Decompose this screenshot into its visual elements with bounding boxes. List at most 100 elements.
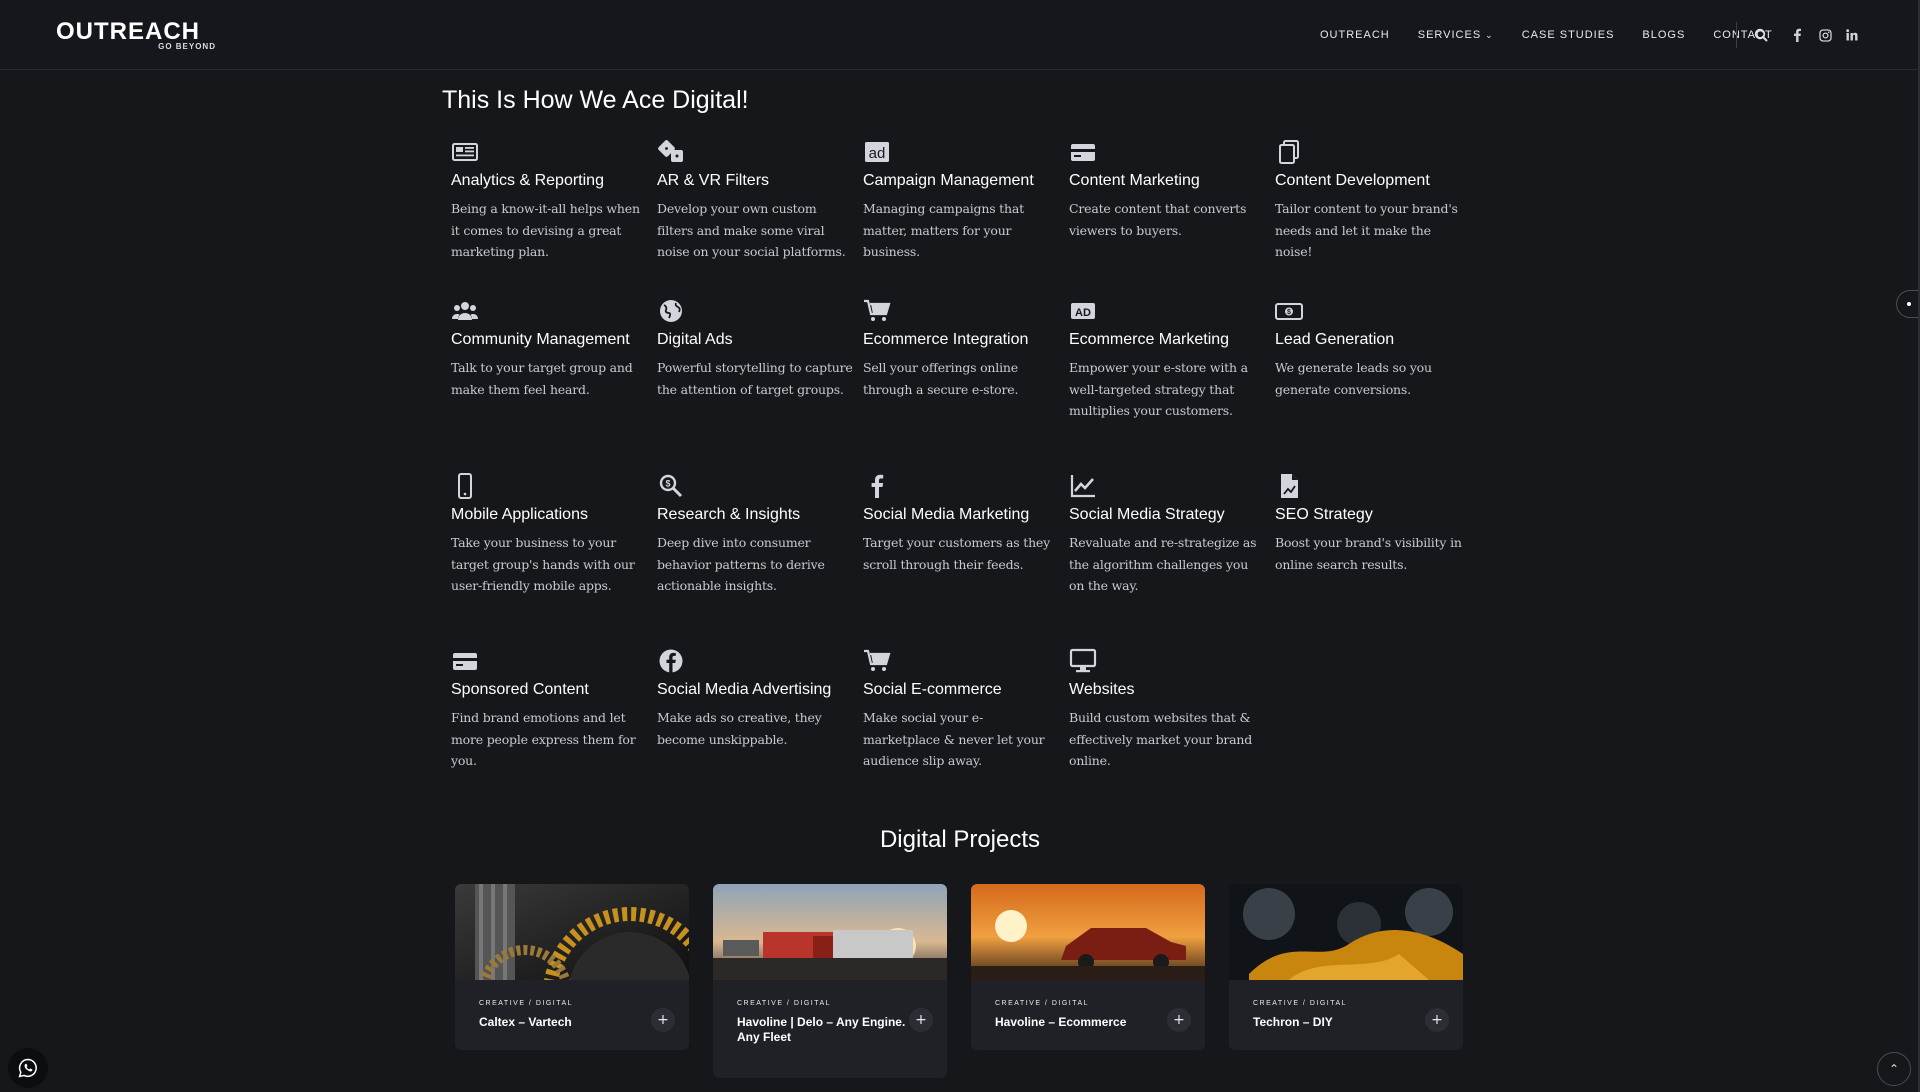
service-title: Content Development bbox=[1275, 172, 1430, 189]
project-card-havoline-delo[interactable]: CREATIVE / DIGITAL Havoline | Delo – Any… bbox=[713, 884, 947, 1078]
newspaper-icon bbox=[451, 139, 479, 165]
card-category: CREATIVE / DIGITAL bbox=[995, 1000, 1090, 1007]
nav-services[interactable]: SERVICES ⌄ bbox=[1418, 29, 1494, 41]
service-description: Tailor content to your brand's needs and… bbox=[1275, 201, 1458, 259]
oil-engine-image bbox=[1229, 884, 1463, 980]
search-icon[interactable] bbox=[1752, 26, 1770, 44]
chevron-down-icon: ⌄ bbox=[1485, 29, 1494, 40]
service-title: SEO Strategy bbox=[1275, 506, 1373, 523]
project-card-caltex[interactable]: CREATIVE / DIGITAL Caltex – Vartech + bbox=[455, 884, 689, 1050]
outreach-logo[interactable]: OUTREACH GO BEYOND bbox=[56, 18, 216, 54]
card-icon bbox=[451, 648, 479, 674]
globe-icon bbox=[657, 298, 685, 324]
service-item: Digital Ads Powerful storytelling to capt… bbox=[657, 298, 853, 400]
desktop-icon bbox=[1069, 648, 1097, 674]
service-item: Social Media Strategy Revaluate and re-st… bbox=[1069, 473, 1265, 597]
facebook-f-icon bbox=[863, 473, 891, 499]
car-sunset-image bbox=[971, 884, 1205, 980]
main-nav: OUTREACH SERVICES ⌄ CASE STUDIES BLOGS CO… bbox=[1320, 0, 1801, 70]
service-description: Develop your own custom filters and make… bbox=[657, 201, 846, 259]
service-title: Social E-commerce bbox=[863, 681, 1002, 698]
linkedin-icon[interactable] bbox=[1843, 26, 1861, 44]
service-item: AD Ecommerce Marketing Empower your e-stor… bbox=[1069, 298, 1265, 422]
service-title: Sponsored Content bbox=[451, 681, 589, 698]
nav-label: OUTREACH bbox=[1320, 29, 1390, 41]
whatsapp-icon[interactable] bbox=[8, 1048, 48, 1088]
service-title: Mobile Applications bbox=[451, 506, 588, 523]
service-description: Sell your offerings online through a sec… bbox=[863, 360, 1019, 397]
back-to-top-button[interactable]: ⌃ bbox=[1877, 1052, 1911, 1086]
card-title[interactable]: Havoline | Delo – Any Engine. Any Fleet bbox=[737, 1015, 917, 1045]
service-description: Take your business to your target group'… bbox=[451, 535, 635, 593]
ad-badge-icon: AD bbox=[1069, 298, 1097, 324]
project-card-havoline-ecommerce[interactable]: CREATIVE / DIGITAL Havoline – Ecommerce … bbox=[971, 884, 1205, 1050]
plus-icon[interactable]: + bbox=[1425, 1008, 1449, 1032]
service-title: Content Marketing bbox=[1069, 172, 1200, 189]
card-title[interactable]: Havoline – Ecommerce bbox=[995, 1015, 1175, 1030]
chart-line-icon bbox=[1069, 473, 1097, 499]
service-title: Ecommerce Marketing bbox=[1069, 331, 1230, 348]
service-description: Make social your e-marketplace & never l… bbox=[863, 710, 1045, 768]
service-description: Find brand emotions and let more people … bbox=[451, 710, 636, 768]
service-description: Revaluate and re-strategize as the algor… bbox=[1069, 535, 1257, 593]
svg-text:ad: ad bbox=[869, 145, 886, 162]
plus-icon[interactable]: + bbox=[909, 1008, 933, 1032]
projects-section-title: Digital Projects bbox=[879, 826, 1041, 853]
service-item: Community Management Talk to your target … bbox=[451, 298, 647, 400]
service-item: Content Marketing Create content that con… bbox=[1069, 139, 1265, 241]
service-title: Ecommerce Integration bbox=[863, 331, 1029, 348]
card-body: CREATIVE / DIGITAL Caltex – Vartech + bbox=[455, 980, 689, 1050]
card-body: CREATIVE / DIGITAL Havoline | Delo – Any… bbox=[713, 980, 947, 1065]
project-card-techron[interactable]: CREATIVE / DIGITAL Techron – DIY + bbox=[1229, 884, 1463, 1050]
service-title: Campaign Management bbox=[863, 172, 1034, 189]
logo-tagline: GO BEYOND bbox=[158, 42, 216, 51]
svg-text:AD: AD bbox=[1075, 307, 1091, 319]
money-bill-icon: $ bbox=[1275, 298, 1303, 324]
plus-icon[interactable]: + bbox=[1167, 1008, 1191, 1032]
trucks-image bbox=[713, 884, 947, 980]
service-title: Social Media Strategy bbox=[1069, 506, 1225, 523]
dot-icon bbox=[1906, 302, 1911, 306]
service-item: SEO Strategy Boost your brand's visibilit… bbox=[1275, 473, 1471, 575]
nav-outreach[interactable]: OUTREACH bbox=[1320, 29, 1390, 41]
service-item: Ecommerce Integration Sell your offerings… bbox=[863, 298, 1059, 400]
card-category: CREATIVE / DIGITAL bbox=[737, 1000, 832, 1007]
side-scroll-indicator[interactable] bbox=[1896, 290, 1920, 318]
service-item: Websites Build custom websites that & eff… bbox=[1069, 648, 1265, 772]
service-description: Deep dive into consumer behavior pattern… bbox=[657, 535, 825, 593]
service-description: Boost your brand's visibility in online … bbox=[1275, 535, 1462, 572]
service-title: Lead Generation bbox=[1275, 331, 1395, 348]
service-item: Content Development Tailor content to you… bbox=[1275, 139, 1471, 263]
plus-icon[interactable]: + bbox=[651, 1008, 675, 1032]
nav-divider bbox=[1736, 22, 1737, 48]
service-description: Build custom websites that & effectively… bbox=[1069, 710, 1253, 768]
service-description: Create content that converts viewers to … bbox=[1069, 201, 1247, 238]
nav-blogs[interactable]: BLOGS bbox=[1642, 29, 1685, 41]
nav-case-studies[interactable]: CASE STUDIES bbox=[1522, 29, 1615, 41]
users-icon bbox=[451, 298, 479, 324]
service-item: $ Lead Generation We generate leads so you… bbox=[1275, 298, 1471, 400]
service-title: Community Management bbox=[451, 331, 630, 348]
service-item: Mobile Applications Take your business to… bbox=[451, 473, 647, 597]
nav-label: BLOGS bbox=[1642, 29, 1686, 41]
nav-label: CASE STUDIES bbox=[1521, 29, 1615, 41]
service-title: Digital Ads bbox=[657, 331, 733, 348]
gears-image bbox=[455, 884, 689, 1050]
service-title: AR & VR Filters bbox=[657, 172, 770, 189]
service-title: Social Media Advertising bbox=[657, 681, 832, 698]
service-description: Powerful storytelling to capture the att… bbox=[657, 360, 853, 397]
facebook-icon[interactable] bbox=[1788, 26, 1806, 44]
service-description: We generate leads so you generate conver… bbox=[1275, 360, 1432, 397]
service-item: Social Media Marketing Target your custom… bbox=[863, 473, 1059, 575]
dice-icon bbox=[657, 139, 685, 165]
facebook-circle-icon bbox=[657, 648, 685, 674]
instagram-icon[interactable] bbox=[1816, 26, 1834, 44]
card-category: CREATIVE / DIGITAL bbox=[479, 1000, 574, 1007]
search-dollar-icon: $ bbox=[657, 473, 685, 499]
cart-icon bbox=[863, 648, 891, 674]
card-icon bbox=[1069, 139, 1097, 165]
card-title[interactable]: Caltex – Vartech bbox=[479, 1015, 659, 1030]
card-title[interactable]: Techron – DIY bbox=[1253, 1015, 1433, 1030]
service-item: AR & VR Filters Develop your own custom f… bbox=[657, 139, 853, 263]
service-description: Target your customers as they scroll thr… bbox=[863, 535, 1050, 572]
